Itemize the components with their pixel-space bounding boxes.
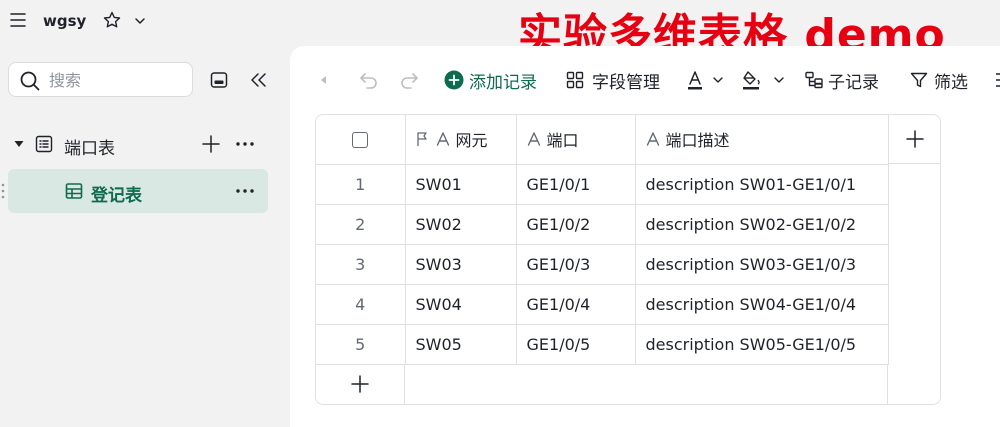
plus-icon (351, 375, 369, 393)
text-field-icon (527, 132, 540, 146)
text-field-icon (646, 132, 659, 146)
cell-port[interactable]: GE1/0/2 (516, 204, 636, 245)
add-circle-icon (444, 70, 464, 90)
menu-icon[interactable] (8, 10, 28, 30)
toolbar: 添加记录 字段管理 子记录 筛选 (290, 66, 1000, 94)
add-record-button[interactable]: 添加记录 (444, 66, 537, 94)
filter-label: 筛选 (934, 72, 968, 93)
text-color-button[interactable] (687, 66, 723, 94)
grid-table: 网元 端口 端口描述 1 SW01 GE1/0/1 description SW… (316, 115, 889, 365)
sidebar-item-port-table[interactable]: 端口表 (8, 122, 268, 166)
cell-ne[interactable]: SW05 (405, 324, 517, 365)
table-row[interactable]: 1 SW01 GE1/0/1 description SW01-GE1/0/1 (316, 164, 889, 205)
sidebar-item-label: 端口表 (64, 139, 115, 159)
cell-ne[interactable]: SW02 (405, 204, 517, 245)
row-number: 4 (316, 284, 406, 325)
undo-icon[interactable] (358, 66, 380, 94)
primary-field-flag-icon (416, 132, 427, 147)
sidebar-item-label: 登记表 (91, 186, 142, 206)
plus-icon[interactable] (201, 134, 221, 154)
more-toolbar-icon[interactable] (996, 66, 1000, 94)
sub-record-icon (805, 71, 823, 89)
table-row[interactable]: 5 SW05 GE1/0/5 description SW05-GE1/0/5 (316, 324, 889, 365)
column-label: 端口 (546, 131, 579, 151)
cell-ne[interactable]: SW03 (405, 244, 517, 285)
cell-port[interactable]: GE1/0/3 (516, 244, 636, 285)
header-row: 网元 端口 端口描述 (316, 115, 889, 165)
cell-port[interactable]: GE1/0/4 (516, 284, 636, 325)
main-panel: 添加记录 字段管理 子记录 筛选 网元 端口 端口描述 1 SW01 GE1/0… (290, 46, 1000, 427)
cell-desc[interactable]: description SW05-GE1/0/5 (635, 324, 889, 365)
cell-port[interactable]: GE1/0/5 (516, 324, 636, 365)
app-title[interactable]: wgsy (43, 12, 86, 30)
expand-triangle-icon[interactable] (13, 138, 25, 150)
row-number: 5 (316, 324, 406, 365)
document-list-icon (35, 135, 53, 153)
add-row-button[interactable] (316, 364, 405, 404)
fill-color-icon (743, 71, 784, 90)
search-icon (20, 71, 40, 91)
grid-icon (566, 71, 584, 89)
sidebar-item-register-table[interactable]: 登记表 (8, 169, 268, 213)
data-table: 网元 端口 端口描述 1 SW01 GE1/0/1 description SW… (315, 114, 941, 405)
cell-desc[interactable]: description SW03-GE1/0/3 (635, 244, 889, 285)
cell-ne[interactable]: SW01 (405, 164, 517, 205)
cell-desc[interactable]: description SW02-GE1/0/2 (635, 204, 889, 245)
select-all-cell[interactable] (316, 115, 406, 165)
row-number: 1 (316, 164, 406, 205)
table-row[interactable]: 2 SW02 GE1/0/2 description SW02-GE1/0/2 (316, 204, 889, 245)
collapse-sidebar-icon[interactable] (248, 70, 268, 90)
column-header-port[interactable]: 端口 (516, 115, 636, 165)
star-icon[interactable] (102, 10, 122, 30)
cell-desc[interactable]: description SW04-GE1/0/4 (635, 284, 889, 325)
search-box[interactable] (8, 62, 193, 97)
cell-port[interactable]: GE1/0/1 (516, 164, 636, 205)
sidebar-panel-icon[interactable] (209, 70, 229, 90)
row-number: 2 (316, 204, 406, 245)
more-icon[interactable] (234, 134, 256, 154)
cell-ne[interactable]: SW04 (405, 284, 517, 325)
filter-button[interactable]: 筛选 (909, 66, 968, 94)
add-row-area[interactable] (405, 364, 888, 404)
column-header-ne[interactable]: 网元 (405, 115, 517, 165)
sub-record-button[interactable]: 子记录 (804, 66, 879, 94)
sub-record-label: 子记录 (828, 72, 879, 93)
column-label: 端口描述 (665, 131, 730, 151)
row-number: 3 (316, 244, 406, 285)
column-label: 网元 (455, 131, 488, 151)
table-grid-icon (65, 183, 83, 199)
back-arrow-icon[interactable] (318, 66, 330, 94)
text-color-icon (688, 71, 723, 90)
table-row[interactable]: 4 SW04 GE1/0/4 description SW04-GE1/0/4 (316, 284, 889, 325)
cell-desc[interactable]: description SW01-GE1/0/1 (635, 164, 889, 205)
add-record-label: 添加记录 (469, 72, 537, 93)
more-icon[interactable] (234, 181, 256, 201)
redo-icon[interactable] (398, 66, 420, 94)
chevron-down-icon[interactable] (132, 13, 148, 29)
fill-color-button[interactable] (742, 66, 784, 94)
column-header-desc[interactable]: 端口描述 (635, 115, 889, 165)
field-manage-label: 字段管理 (592, 72, 660, 93)
select-all-checkbox[interactable] (352, 132, 369, 149)
text-field-icon (436, 132, 449, 146)
drag-handle-icon[interactable] (0, 182, 6, 200)
plus-icon (906, 130, 924, 148)
search-input[interactable] (49, 69, 184, 91)
table-row[interactable]: 3 SW03 GE1/0/3 description SW03-GE1/0/3 (316, 244, 889, 285)
filter-icon (910, 72, 928, 88)
top-bar: wgsy 实验多维表格 demo (0, 0, 1000, 61)
add-column-button[interactable] (888, 115, 940, 164)
field-manage-button[interactable]: 字段管理 (566, 66, 660, 94)
